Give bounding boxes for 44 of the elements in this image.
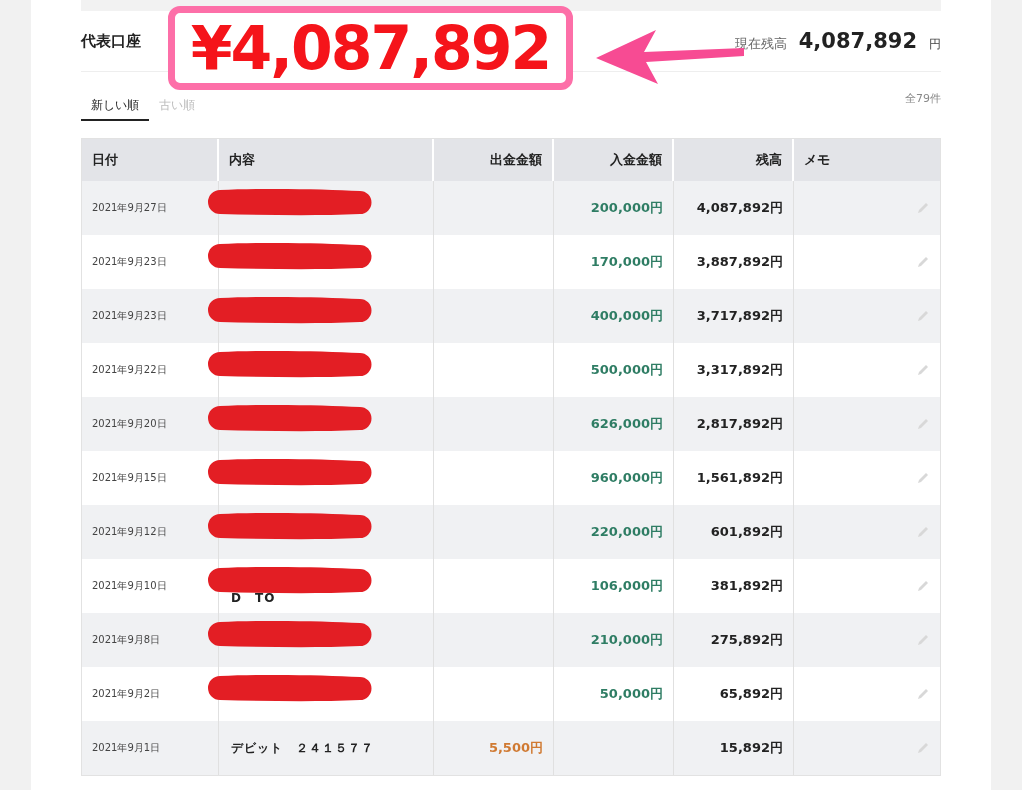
edit-icon[interactable] [916,687,930,701]
balance-amount: 601,892円 [710,523,783,541]
result-count: 全79件 [905,90,941,106]
edit-icon[interactable] [916,525,930,539]
balance-amount: 4,087,892 [798,29,917,53]
balance-amount: 15,892円 [719,739,783,757]
edit-icon[interactable] [916,201,930,215]
deposit-amount: 50,000円 [599,685,663,703]
balance-amount: 1,561,892円 [696,469,783,487]
edit-icon[interactable] [916,579,930,593]
balance-amount: 3,717,892円 [696,307,783,325]
balance-amount: 275,892円 [710,631,783,649]
edit-icon[interactable] [916,741,930,755]
deposit-amount: 220,000円 [590,523,663,541]
deposit-amount: 210,000円 [590,631,663,649]
withdrawal-amount: 5,500円 [488,739,543,757]
edit-icon[interactable] [916,633,930,647]
edit-icon[interactable] [916,417,930,431]
column-header: メモ [803,151,831,169]
description-text: デビット ２４１５７７ [231,739,374,757]
deposit-amount: 500,000円 [590,361,663,379]
currency-unit: 円 [929,36,941,53]
deposit-amount: 400,000円 [590,307,663,325]
edit-icon[interactable] [916,471,930,485]
balance-amount: 2,817,892円 [696,415,783,433]
balance-amount: 65,892円 [719,685,783,703]
deposit-amount: 626,000円 [590,415,663,433]
sort-tab[interactable]: 新しい順 [81,91,149,121]
balance-label: 現在残高 [734,35,787,53]
date-cell: 2021年9月1日 [82,721,219,775]
edit-icon[interactable] [916,309,930,323]
deposit-amount: 200,000円 [590,199,663,217]
deposit-amount: 960,000円 [590,469,663,487]
annotation-callout: ¥4,087,892 [168,6,573,90]
edit-icon[interactable] [916,255,930,269]
deposit-amount: 170,000円 [590,253,663,271]
balance-amount: 381,892円 [710,577,783,595]
edit-icon[interactable] [916,363,930,377]
description-text: D TO [231,589,276,607]
balance-amount: 3,317,892円 [696,361,783,379]
balance-amount: 4,087,892円 [696,199,783,217]
balance-amount: 3,887,892円 [696,253,783,271]
account-title: 代表口座 [81,31,141,51]
deposit-amount: 106,000円 [590,577,663,595]
